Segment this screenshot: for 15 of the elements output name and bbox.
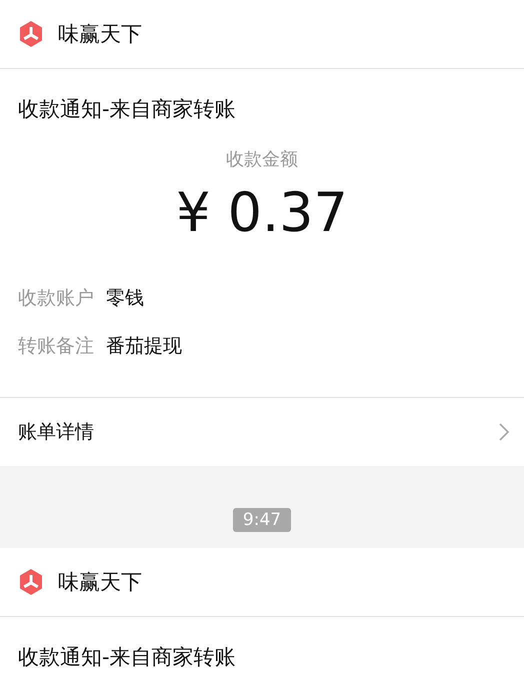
bill-details-link[interactable]: 账单详情 <box>0 397 524 466</box>
field-value: 零钱 <box>106 286 144 311</box>
chevron-icon <box>498 422 510 442</box>
logo-icon <box>18 568 44 596</box>
account-name: 味赢天下 <box>58 569 142 596</box>
field-label: 收款账户 <box>18 286 94 311</box>
field-label: 转账备注 <box>18 334 94 359</box>
field-value: 番茄提现 <box>106 334 182 359</box>
amount-value: ¥ 0.37 <box>175 181 349 245</box>
message-title: 收款通知-来自商家转账 <box>17 644 237 671</box>
account-name: 味赢天下 <box>58 21 142 48</box>
timestamp: 9:47 <box>232 508 292 532</box>
logo-icon <box>18 20 44 48</box>
message-title: 收款通知-来自商家转账 <box>17 96 237 123</box>
amount-label: 收款金额 <box>225 148 299 171</box>
